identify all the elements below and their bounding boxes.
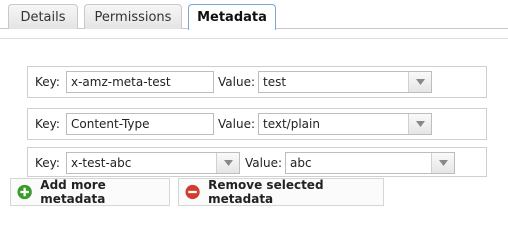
tab-metadata[interactable]: Metadata xyxy=(188,4,276,30)
value-label: Value: xyxy=(218,117,255,131)
metadata-row: Key: x-amz-meta-test Value: test xyxy=(27,66,487,98)
value-text: abc xyxy=(290,156,312,170)
chevron-down-icon xyxy=(223,160,233,166)
chevron-down-icon xyxy=(415,79,425,85)
dropdown-arrow[interactable] xyxy=(431,153,454,173)
tab-details[interactable]: Details xyxy=(8,4,78,29)
value-text: test xyxy=(263,75,287,89)
tab-metadata-label: Metadata xyxy=(197,10,267,25)
metadata-row: Key: x-test-abc Value: abc xyxy=(27,147,487,177)
dropdown-arrow[interactable] xyxy=(216,153,239,173)
key-label: Key: xyxy=(35,117,60,131)
remove-icon xyxy=(185,184,200,200)
value-text: text/plain xyxy=(263,117,320,131)
add-metadata-label: Add more metadata xyxy=(40,178,106,206)
key-input[interactable]: x-amz-meta-test xyxy=(66,71,214,93)
key-select[interactable]: x-test-abc xyxy=(66,152,240,174)
remove-metadata-button[interactable]: Remove selected metadata xyxy=(178,178,384,206)
key-input[interactable]: Content-Type xyxy=(66,113,214,135)
metadata-row: Key: Content-Type Value: text/plain xyxy=(27,108,487,140)
chevron-down-icon xyxy=(415,121,425,127)
tab-permissions-label: Permissions xyxy=(94,9,172,25)
key-label: Key: xyxy=(35,75,60,89)
add-icon xyxy=(17,184,32,200)
value-label: Value: xyxy=(245,156,282,170)
add-metadata-button[interactable]: Add more metadata xyxy=(10,178,170,206)
key-text: x-test-abc xyxy=(71,156,132,170)
tab-bar: Details Permissions Metadata xyxy=(0,0,508,30)
value-select[interactable]: test xyxy=(258,71,432,93)
key-label: Key: xyxy=(35,156,60,170)
value-select[interactable]: abc xyxy=(285,152,455,174)
tab-permissions[interactable]: Permissions xyxy=(84,4,182,29)
dropdown-arrow[interactable] xyxy=(408,72,431,92)
value-select[interactable]: text/plain xyxy=(258,113,432,135)
chevron-down-icon xyxy=(438,160,448,166)
panel-divider xyxy=(0,29,508,39)
dropdown-arrow[interactable] xyxy=(408,114,431,134)
remove-metadata-label: Remove selected metadata xyxy=(208,178,324,206)
tab-details-label: Details xyxy=(20,9,66,25)
value-label: Value: xyxy=(218,75,255,89)
